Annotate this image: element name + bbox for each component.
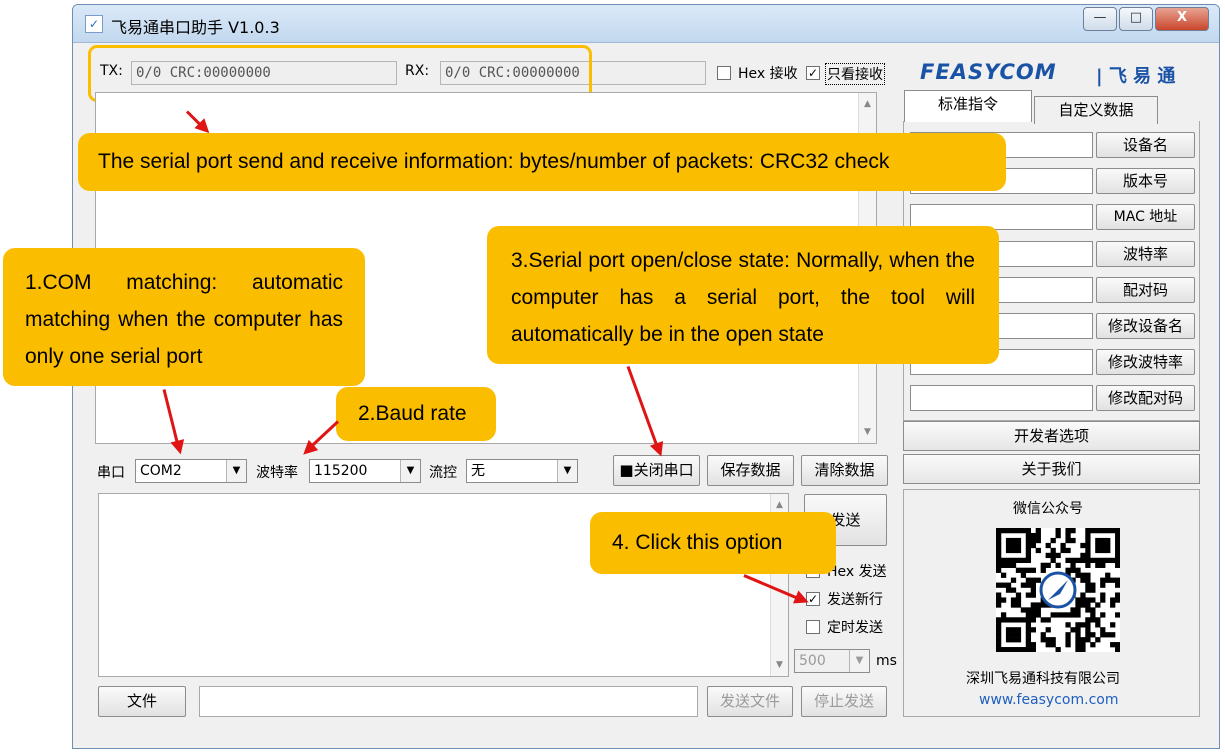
chevron-down-icon[interactable]: ▼ [400, 460, 420, 482]
qr-pattern [996, 528, 1121, 653]
cmd-pair-code-button[interactable]: 配对码 [1096, 276, 1195, 303]
scroll-down-arrow-icon[interactable]: ▼ [771, 656, 788, 674]
interval-unit: ms [876, 653, 897, 669]
baud-select-value: 115200 [314, 463, 368, 479]
company-url-link[interactable]: www.feasycom.com [979, 692, 1118, 708]
interval-value: 500 [799, 653, 826, 669]
flow-control-label: 流控 [429, 465, 457, 481]
hex-send-label: Hex 发送 [827, 564, 887, 580]
wechat-title: 微信公众号 [1013, 501, 1083, 517]
chevron-down-icon[interactable]: ▼ [557, 460, 577, 482]
timed-send-label: 定时发送 [827, 620, 883, 636]
cmd-mac-address-button[interactable]: MAC 地址 [1096, 204, 1195, 231]
close-button[interactable]: X [1155, 7, 1209, 31]
cmd-device-name-button[interactable]: 设备名 [1096, 132, 1195, 158]
maximize-button[interactable]: □ [1119, 7, 1153, 31]
developer-options-button[interactable]: 开发者选项 [903, 421, 1200, 451]
tab-standard-commands[interactable]: 标准指令 [904, 90, 1032, 122]
cmd-modify-device-name-button[interactable]: 修改设备名 [1096, 313, 1195, 339]
chevron-down-icon[interactable]: ▼ [849, 650, 869, 672]
baud-select[interactable]: 115200 ▼ [309, 459, 421, 483]
callout-status-info: The serial port send and receive informa… [78, 133, 1006, 191]
view-only-label: 只看接收 [825, 63, 885, 85]
send-newline-label: 发送新行 [827, 592, 883, 608]
file-button[interactable]: 文件 [98, 686, 186, 717]
callout-com-matching: 1.COM matching: automatic matching when … [3, 248, 365, 386]
tab-custom-data[interactable]: 自定义数据 [1034, 96, 1158, 124]
flow-control-select[interactable]: 无 ▼ [466, 459, 578, 483]
scroll-down-arrow-icon[interactable]: ▼ [859, 423, 876, 441]
wechat-qr-code-icon [996, 528, 1121, 653]
app-icon: ✓ [85, 15, 103, 33]
minimize-button[interactable]: — [1083, 7, 1117, 31]
about-us-button[interactable]: 关于我们 [903, 454, 1200, 484]
port-select[interactable]: COM2 ▼ [135, 459, 247, 483]
cmd-baud-rate-button[interactable]: 波特率 [1096, 240, 1195, 267]
flow-control-select-value: 无 [471, 463, 485, 479]
send-file-button[interactable]: 发送文件 [707, 686, 793, 717]
close-port-button[interactable]: ■关闭串口 [613, 455, 700, 486]
file-path-input[interactable] [199, 686, 698, 717]
port-label: 串口 [97, 465, 125, 481]
scroll-up-arrow-icon[interactable]: ▲ [859, 95, 876, 113]
window-title: 飞易通串口助手 V1.0.3 [111, 18, 280, 37]
interval-select[interactable]: 500 ▼ [794, 649, 870, 673]
company-name: 深圳飞易通科技有限公司 [966, 671, 1120, 687]
cmd-modify-baud-rate-button[interactable]: 修改波特率 [1096, 349, 1195, 376]
cmd-modify-pair-code-input[interactable] [910, 385, 1093, 412]
brand-chinese-name: | 飞 易 通 [1096, 66, 1176, 87]
view-only-checkbox[interactable]: ✓ [806, 66, 820, 80]
port-select-value: COM2 [140, 463, 182, 479]
timed-send-checkbox[interactable] [806, 620, 820, 634]
save-data-button[interactable]: 保存数据 [707, 455, 794, 486]
cmd-version-button[interactable]: 版本号 [1096, 168, 1195, 195]
title-bar[interactable]: ✓ 飞易通串口助手 V1.0.3 — □ X [73, 5, 1219, 43]
chevron-down-icon[interactable]: ▼ [226, 460, 246, 482]
clear-data-button[interactable]: 清除数据 [801, 455, 888, 486]
callout-click-option: 4. Click this option [590, 512, 836, 574]
cmd-modify-pair-code-button[interactable]: 修改配对码 [1096, 385, 1195, 412]
callout-baud-rate: 2.Baud rate [336, 387, 496, 441]
baud-label: 波特率 [256, 465, 298, 481]
stop-send-button[interactable]: 停止发送 [801, 686, 887, 717]
hex-receive-checkbox[interactable] [717, 66, 731, 80]
callout-port-state: 3.Serial port open/close state: Normally… [487, 226, 999, 364]
hex-receive-label: Hex 接收 [738, 66, 798, 82]
feasycom-logo: FEASYCOM [920, 60, 1057, 84]
